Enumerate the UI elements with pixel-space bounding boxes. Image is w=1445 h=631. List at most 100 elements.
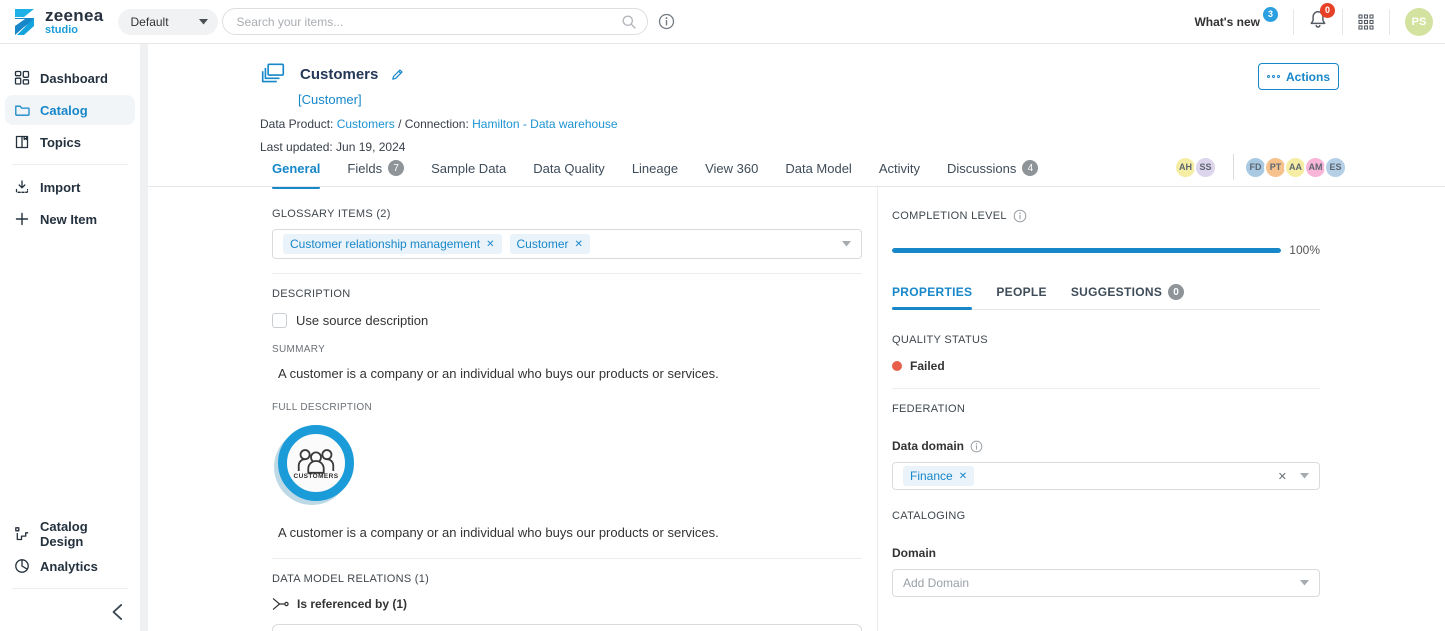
app-switcher-button[interactable]: [1358, 14, 1374, 30]
main-panel: Customers [Customer] Data Product: Custo…: [148, 44, 1445, 631]
workspace-selector[interactable]: Default: [118, 9, 218, 35]
info-icon: [658, 13, 675, 30]
last-updated: Last updated: Jun 19, 2024: [260, 140, 618, 154]
use-source-description-checkbox[interactable]: [272, 313, 287, 328]
sidebar-item-label: Catalog: [40, 103, 88, 118]
sidebar: Dashboard Catalog Topics Im: [0, 44, 140, 631]
analytics-pie-icon: [14, 558, 30, 574]
sidebar-item-analytics[interactable]: Analytics: [5, 551, 135, 581]
chevron-down-icon[interactable]: [1300, 580, 1309, 586]
user-avatar[interactable]: PS: [1405, 8, 1433, 36]
domain-select[interactable]: Add Domain: [892, 569, 1320, 597]
tab-discussions[interactable]: Discussions4: [947, 157, 1038, 187]
stewards-avatars: AH SS FD PT AA AM ES: [1177, 154, 1347, 180]
general-content: GLOSSARY ITEMS (2) Customer relationship…: [272, 187, 862, 631]
chevron-down-icon: [199, 19, 208, 25]
image-caption: CUSTOMERS: [293, 473, 338, 480]
brand-sub: studio: [45, 25, 104, 36]
tab-general[interactable]: General: [272, 157, 320, 187]
tab-fields[interactable]: Fields7: [347, 157, 404, 187]
fields-count-badge: 7: [388, 160, 404, 176]
sidebar-item-label: Import: [40, 180, 80, 195]
help-info-button[interactable]: [658, 13, 675, 30]
avatar[interactable]: ES: [1324, 156, 1347, 179]
data-domain-select[interactable]: Finance ✕ ✕: [892, 462, 1320, 490]
divider: [272, 273, 862, 274]
divider: [12, 588, 128, 589]
glossary-items-select[interactable]: Customer relationship management ✕ Custo…: [272, 229, 862, 259]
pencil-icon: [390, 67, 405, 82]
whats-new-badge: 3: [1263, 7, 1278, 22]
tab-data-model[interactable]: Data Model: [785, 157, 851, 187]
suggestions-count-badge: 0: [1168, 284, 1184, 300]
divider: [12, 164, 128, 165]
sidebar-item-label: Catalog Design: [40, 519, 126, 549]
apps-grid-icon: [1358, 14, 1374, 30]
top-bar: zeenea studio Default What's new: [0, 0, 1445, 44]
divider: [1233, 154, 1234, 180]
summary-text: A customer is a company or an individual…: [278, 366, 862, 381]
tab-sample-data[interactable]: Sample Data: [431, 157, 506, 187]
sidebar-item-label: Dashboard: [40, 71, 108, 86]
avatar[interactable]: SS: [1194, 156, 1217, 179]
tab-lineage[interactable]: Lineage: [632, 157, 678, 187]
cataloging-heading: CATALOGING: [892, 510, 1320, 522]
divider: [877, 187, 878, 631]
folder-icon: [14, 102, 30, 118]
sidebar-item-catalog[interactable]: Catalog: [5, 95, 135, 125]
sidebar-collapse-button[interactable]: [110, 603, 126, 621]
domain-label: Domain: [892, 546, 1320, 560]
sidebar-item-import[interactable]: Import: [5, 172, 135, 202]
data-domain-chip[interactable]: Finance ✕: [903, 466, 974, 486]
completion-progress: 100%: [892, 243, 1320, 257]
remove-chip-icon[interactable]: ✕: [575, 239, 583, 250]
whats-new-link[interactable]: What's new 3: [1194, 15, 1278, 29]
progress-fill: [892, 248, 1281, 253]
relation-type-row: Is referenced by (1): [272, 597, 862, 611]
remove-chip-icon[interactable]: ✕: [959, 471, 967, 482]
search-input[interactable]: [237, 15, 621, 29]
notifications-button[interactable]: 0: [1309, 10, 1327, 34]
completion-percent: 100%: [1289, 243, 1320, 257]
people-icon: [296, 447, 336, 475]
tab-data-quality[interactable]: Data Quality: [533, 157, 605, 187]
tab-suggestions[interactable]: SUGGESTIONS0: [1071, 284, 1184, 300]
clear-icon[interactable]: ✕: [1278, 470, 1287, 483]
sidebar-item-dashboard[interactable]: Dashboard: [5, 63, 135, 93]
item-meta: Data Product: Customers / Connection: Ha…: [260, 117, 618, 131]
sidebar-item-catalog-design[interactable]: Catalog Design: [5, 519, 135, 549]
connection-link[interactable]: Hamilton - Data warehouse: [472, 117, 617, 131]
remove-chip-icon[interactable]: ✕: [486, 239, 494, 250]
glossary-chip[interactable]: Customer ✕: [510, 234, 590, 254]
chevron-down-icon[interactable]: [842, 241, 851, 247]
search-bar[interactable]: [222, 8, 648, 35]
sidebar-item-topics[interactable]: Topics: [5, 127, 135, 157]
item-header: Customers [Customer] Data Product: Custo…: [260, 62, 618, 154]
dataset-icon: [260, 62, 286, 86]
glossary-chip[interactable]: Customer relationship management ✕: [283, 234, 502, 254]
documentation-panel: COMPLETION LEVEL 100% PROPERTIES PEOPLE …: [892, 187, 1320, 631]
info-icon[interactable]: [1013, 209, 1027, 223]
quality-status-heading: QUALITY STATUS: [892, 334, 1320, 346]
sidebar-item-new-item[interactable]: New Item: [5, 204, 135, 234]
actions-button-label: Actions: [1286, 70, 1330, 84]
data-model-relations-heading: DATA MODEL RELATIONS (1): [272, 573, 862, 585]
tab-properties[interactable]: PROPERTIES: [892, 284, 972, 300]
tab-people[interactable]: PEOPLE: [996, 284, 1046, 300]
actions-button[interactable]: Actions: [1258, 63, 1339, 90]
search-icon: [621, 14, 637, 30]
related-item-card[interactable]: Invoice [Invoice]: [272, 624, 862, 631]
data-product-link[interactable]: Customers: [337, 117, 395, 131]
item-type-label: [Customer]: [298, 92, 618, 107]
panel-tabs: PROPERTIES PEOPLE SUGGESTIONS0: [892, 284, 1320, 310]
relation-type-label: Is referenced by (1): [297, 597, 407, 611]
tab-view-360[interactable]: View 360: [705, 157, 758, 187]
info-icon[interactable]: [970, 440, 983, 453]
sidebar-item-label: Analytics: [40, 559, 98, 574]
edit-title-button[interactable]: [390, 67, 405, 82]
tab-activity[interactable]: Activity: [879, 157, 920, 187]
divider: [1389, 9, 1390, 35]
chevron-down-icon[interactable]: [1300, 473, 1309, 479]
relation-icon: [272, 597, 289, 611]
discussions-count-badge: 4: [1022, 160, 1038, 176]
